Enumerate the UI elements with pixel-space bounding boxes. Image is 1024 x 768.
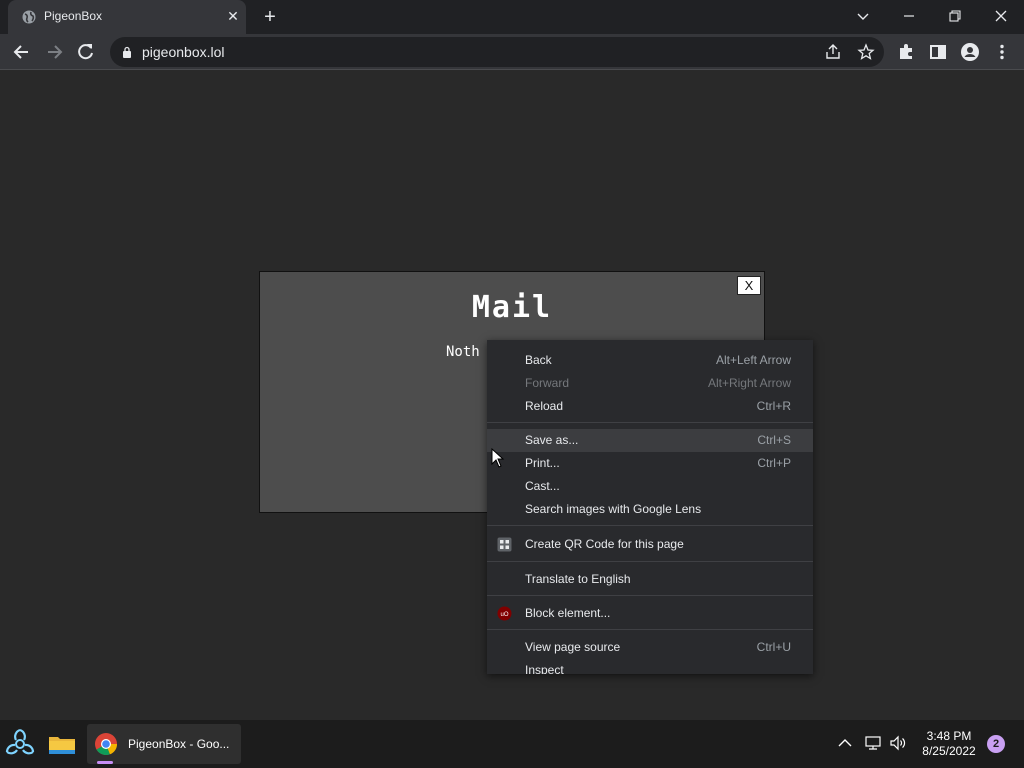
clock-date: 8/25/2022 (922, 744, 976, 758)
menu-item-label: View page source (525, 640, 621, 654)
menu-item-block-element[interactable]: uO Block element... (487, 602, 813, 625)
browser-tab-strip: PigeonBox ✕ + (0, 0, 1024, 34)
volume-icon[interactable] (889, 734, 907, 752)
chrome-icon (95, 733, 118, 756)
more-menu-icon[interactable] (988, 38, 1016, 66)
menu-item-label: Inspect (525, 663, 564, 674)
menu-item-label: Back (525, 353, 552, 367)
menu-item-label: Save as... (525, 433, 579, 447)
modal-title: Mail (471, 290, 553, 325)
qr-code-icon (497, 537, 512, 552)
menu-item-label: Print... (525, 456, 560, 470)
context-menu: Back Alt+Left Arrow Forward Alt+Right Ar… (487, 340, 813, 674)
menu-item-label: Reload (525, 399, 564, 413)
clock-time: 3:48 PM (926, 729, 972, 743)
menu-item-label: Block element... (525, 606, 611, 620)
url-text[interactable]: pigeonbox.lol (142, 44, 225, 60)
restore-icon[interactable] (942, 4, 968, 28)
taskbar-window-label: PigeonBox - Goo... (128, 737, 230, 751)
modal-close-button[interactable]: X (737, 276, 761, 295)
share-icon[interactable] (824, 43, 842, 61)
ublock-origin-icon: uO (497, 606, 512, 621)
taskbar-chrome-window[interactable]: PigeonBox - Goo... (87, 724, 241, 764)
menu-item-view-source[interactable]: View page source Ctrl+U (487, 636, 813, 659)
menu-item-reload[interactable]: Reload Ctrl+R (487, 395, 813, 418)
modal-message: Noth (446, 344, 480, 360)
menu-item-cast[interactable]: Cast... (487, 475, 813, 498)
browser-toolbar: pigeonbox.lol (0, 34, 1024, 70)
menu-item-label: Translate to English (525, 572, 631, 586)
menu-item-shortcut: Ctrl+S (757, 433, 791, 447)
bookmark-star-icon[interactable] (857, 43, 875, 61)
menu-separator (487, 525, 813, 526)
browser-tab[interactable]: PigeonBox ✕ (8, 0, 246, 34)
menu-item-shortcut: Ctrl+P (757, 456, 791, 470)
menu-item-shortcut: Alt+Left Arrow (715, 353, 791, 367)
globe-icon (22, 10, 36, 24)
side-panel-icon[interactable] (924, 38, 952, 66)
menu-separator (487, 422, 813, 423)
menu-item-shortcut: Alt+Right Arrow (707, 376, 791, 390)
menu-item-label: Search images with Google Lens (525, 502, 702, 516)
close-icon[interactable] (988, 4, 1014, 28)
active-window-indicator (97, 761, 113, 764)
close-icon[interactable]: ✕ (224, 7, 242, 25)
menu-item-create-qr-code[interactable]: Create QR Code for this page (487, 533, 813, 556)
menu-item-save-as[interactable]: Save as... Ctrl+S (487, 429, 813, 452)
menu-item-forward[interactable]: Forward Alt+Right Arrow (487, 372, 813, 395)
menu-item-google-lens[interactable]: Search images with Google Lens (487, 498, 813, 521)
notification-badge[interactable]: 2 (987, 735, 1005, 753)
reload-icon[interactable] (72, 38, 100, 66)
menu-item-shortcut: Ctrl+U (756, 640, 791, 654)
start-biohazard-icon[interactable] (2, 726, 38, 762)
address-bar[interactable]: pigeonbox.lol (110, 37, 884, 67)
menu-item-inspect[interactable]: Inspect (487, 659, 813, 674)
back-arrow-icon[interactable] (8, 38, 36, 66)
menu-separator (487, 595, 813, 596)
new-tab-button[interactable]: + (258, 6, 282, 28)
mouse-cursor-icon (491, 448, 505, 468)
system-clock[interactable]: 3:48 PM 8/25/2022 (914, 729, 984, 759)
file-explorer-folder-icon[interactable] (44, 726, 80, 762)
minimize-icon[interactable] (896, 4, 922, 28)
menu-item-shortcut: Ctrl+R (756, 399, 791, 413)
menu-item-label: Create QR Code for this page (525, 537, 684, 551)
ublock-origin-icon-text: uO (500, 612, 508, 618)
menu-item-back[interactable]: Back Alt+Left Arrow (487, 349, 813, 372)
menu-separator (487, 629, 813, 630)
profile-avatar-icon[interactable] (956, 38, 984, 66)
network-icon[interactable] (864, 734, 882, 752)
chevron-down-icon[interactable] (850, 4, 876, 28)
menu-item-translate[interactable]: Translate to English (487, 568, 813, 591)
lock-icon[interactable] (121, 46, 133, 58)
menu-item-label: Cast... (525, 479, 560, 493)
menu-item-label: Forward (525, 376, 570, 390)
menu-separator (487, 561, 813, 562)
taskbar: PigeonBox - Goo... 3:48 PM 8/25/2022 2 (0, 720, 1024, 768)
forward-arrow-icon[interactable] (40, 38, 68, 66)
chevron-up-icon[interactable] (836, 734, 854, 752)
extensions-puzzle-icon[interactable] (892, 38, 920, 66)
menu-item-print[interactable]: Print... Ctrl+P (487, 452, 813, 475)
tab-title: PigeonBox (44, 9, 103, 23)
